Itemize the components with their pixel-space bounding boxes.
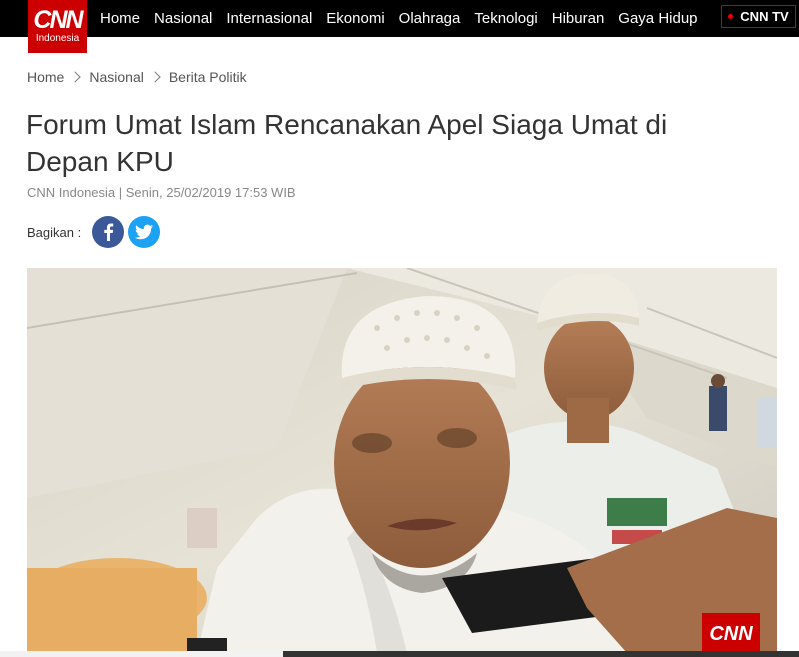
breadcrumb-home[interactable]: Home xyxy=(27,69,64,85)
chevron-right-icon xyxy=(149,71,161,83)
article-meta: CNN Indonesia | Senin, 25/02/2019 17:53 … xyxy=(27,185,296,200)
article-title: Forum Umat Islam Rencanakan Apel Siaga U… xyxy=(26,109,668,177)
facebook-icon xyxy=(104,223,114,241)
cnn-tv-button[interactable]: CNN TV xyxy=(721,5,796,28)
chevron-right-icon xyxy=(69,71,82,83)
share-label: Bagikan : xyxy=(27,224,82,240)
live-dot-icon xyxy=(728,14,734,19)
news-photo-illustration: CNN xyxy=(27,268,777,653)
logo-text: CNN xyxy=(33,6,83,34)
twitter-icon xyxy=(135,224,154,240)
nav-item-home[interactable]: Home xyxy=(100,10,140,27)
nav-menu: Home Nasional Internasional Ekonomi Olah… xyxy=(100,0,712,37)
cnn-indonesia-logo[interactable]: CNN Indonesia xyxy=(28,0,87,53)
bottom-scroll-thumb[interactable] xyxy=(283,651,799,657)
twitter-share-button[interactable] xyxy=(128,216,161,248)
article-photo: CNN xyxy=(27,268,777,653)
cnn-watermark-text: CNN xyxy=(709,623,753,645)
nav-item-nasional[interactable]: Nasional xyxy=(154,10,212,27)
breadcrumb: Home Nasional Berita Politik xyxy=(27,68,247,86)
nav-item-hiburan[interactable]: Hiburan xyxy=(552,10,605,27)
share-bar: Bagikan : xyxy=(27,216,164,248)
top-navbar: CNN Indonesia Home Nasional Internasiona… xyxy=(0,0,799,53)
nav-item-ekonomi[interactable]: Ekonomi xyxy=(326,10,384,27)
breadcrumb-nasional[interactable]: Nasional xyxy=(89,69,143,85)
facebook-share-button[interactable] xyxy=(92,216,125,248)
nav-item-gaya-hidup[interactable]: Gaya Hidup xyxy=(618,10,697,27)
cnn-tv-label: CNN TV xyxy=(740,9,789,24)
nav-item-teknologi[interactable]: Teknologi xyxy=(474,10,537,27)
nav-item-internasional[interactable]: Internasional xyxy=(226,10,312,27)
nav-item-olahraga[interactable]: Olahraga xyxy=(399,10,461,27)
breadcrumb-berita-politik[interactable]: Berita Politik xyxy=(169,69,247,85)
logo-subtext: Indonesia xyxy=(35,33,80,44)
